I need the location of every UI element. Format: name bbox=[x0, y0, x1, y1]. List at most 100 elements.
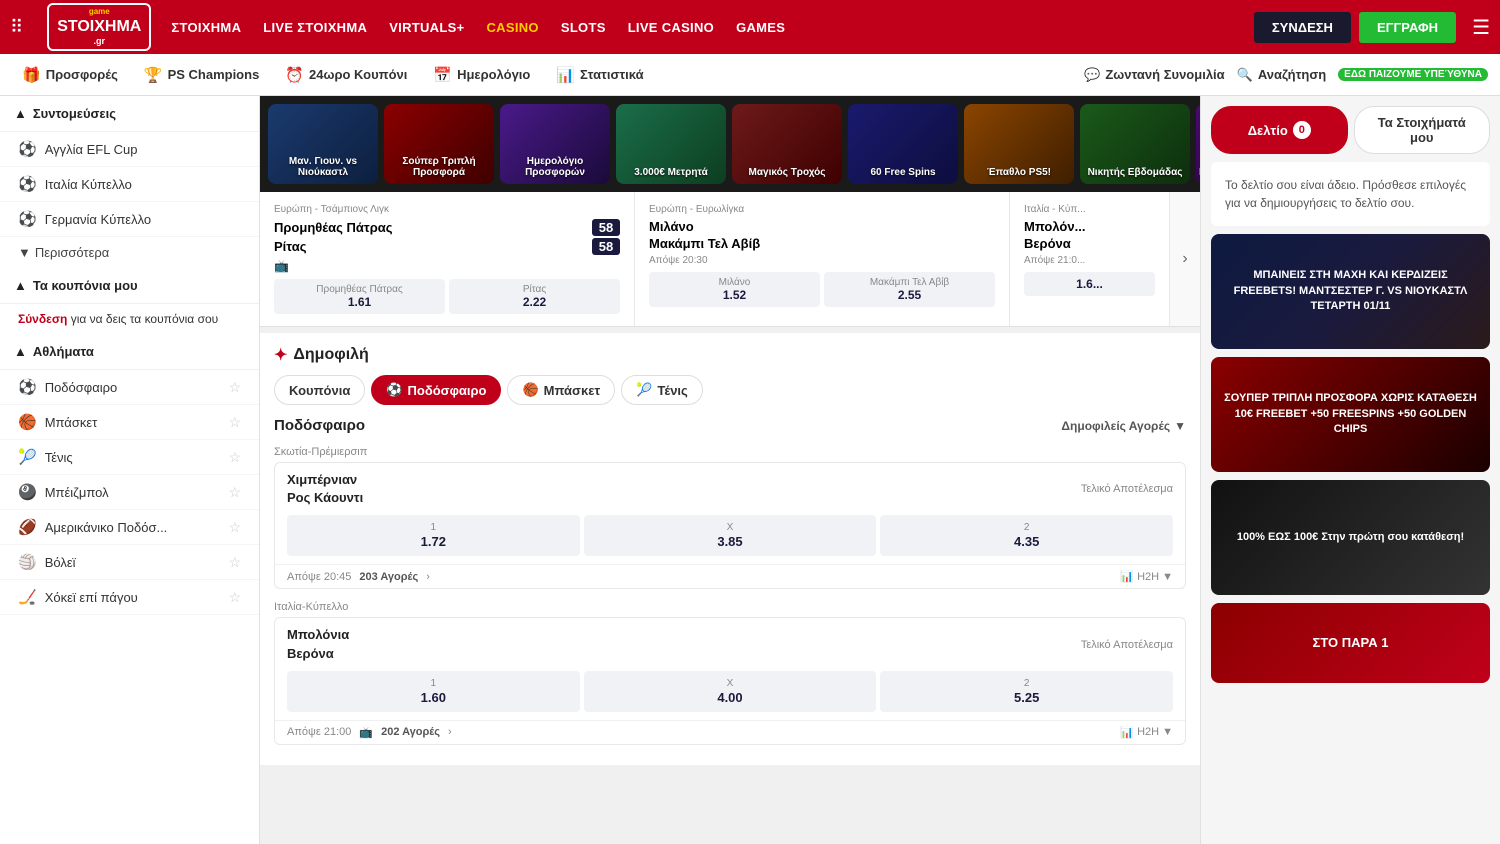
markets-link-1[interactable]: 203 Αγορές bbox=[359, 571, 418, 583]
promo-card-8[interactable]: Νικητής Εβδομάδας bbox=[1080, 104, 1190, 184]
ls-odd-1-2[interactable]: Ρίτας 2.22 bbox=[449, 279, 620, 314]
top-navigation: ⠿ game STOIXHMA .gr ΣΤΟΙΧΗΜΑ LIVE ΣΤΟΙΧΗ… bbox=[0, 0, 1500, 54]
tab-tennis[interactable]: 🎾 Τένις bbox=[621, 375, 703, 405]
sidebar-sport-volleyball[interactable]: 🏐 Βόλεϊ ☆ bbox=[0, 545, 259, 580]
ls-odd-1-1[interactable]: Προμηθέας Πάτρας 1.61 bbox=[274, 279, 445, 314]
live-chat-button[interactable]: 💬 Ζωντανή Συνομιλία bbox=[1084, 67, 1225, 83]
sidebar-item-germany-cup[interactable]: ⚽ Γερμανία Κύπελλο bbox=[0, 202, 259, 237]
odd-1-draw[interactable]: X 3.85 bbox=[584, 515, 877, 556]
result-label-1: Τελικό Αποτέλεσμα bbox=[1081, 483, 1173, 495]
subnav-offers[interactable]: 🎁 Προσφορές bbox=[12, 54, 128, 95]
banner-ps-text: ΜΠΑΙΝΕΙΣ ΣΤΗ ΜΑΧΗ ΚΑΙ ΚΕΡΔΙΖΕΙΣ FREEBETS… bbox=[1223, 268, 1478, 314]
subnav-ps-champions[interactable]: 🏆 PS Champions bbox=[134, 54, 269, 95]
team1-1: Χιμπέρνιαν bbox=[287, 471, 1073, 489]
ls-odd-2-2[interactable]: Μακάμπι Τελ Αβίβ 2.55 bbox=[824, 272, 995, 307]
chevron-down-h2h-icon: ▼ bbox=[1162, 571, 1173, 583]
markets-link-2[interactable]: 202 Αγορές bbox=[381, 726, 440, 738]
logo-gr: .gr bbox=[57, 36, 141, 47]
sidebar-sport-baseball[interactable]: 🎱 Μπέιζμπολ ☆ bbox=[0, 475, 259, 510]
signin-button[interactable]: ΣΥΝΔΕΣΗ bbox=[1254, 12, 1351, 43]
live-score-3[interactable]: Ιταλία - Κύπ... Μπολόν... Βερόνα Απόψε 2… bbox=[1010, 192, 1170, 326]
sidebar: ▲ Συντομεύσεις ⚽ Αγγλία EFL Cup ⚽ Ιταλία… bbox=[0, 96, 260, 844]
chevron-down-h2h-icon-2: ▼ bbox=[1162, 726, 1173, 738]
betslip-empty-message: Το δελτίο σου είναι άδειο. Πρόσθεσε επιλ… bbox=[1211, 162, 1490, 226]
fav-icon-3[interactable]: ☆ bbox=[228, 449, 241, 466]
sports-header[interactable]: ▲ Αθλήματα bbox=[0, 334, 259, 370]
promo-card-9[interactable]: Pragmatic Buy Bonus bbox=[1196, 104, 1200, 184]
banner-100-text: 100% ΕΩΣ 100€ Στην πρώτη σου κατάθεση! bbox=[1237, 530, 1464, 545]
betslip-tab[interactable]: Δελτίο 0 bbox=[1211, 106, 1348, 154]
promo-card-5[interactable]: Μαγικός Τροχός bbox=[732, 104, 842, 184]
tennis-icon: 🎾 bbox=[18, 448, 37, 466]
more-shortcuts[interactable]: ▼ Περισσότερα bbox=[0, 237, 259, 268]
logo-game: game bbox=[57, 7, 141, 17]
sidebar-item-italia-cup[interactable]: ⚽ Ιταλία Κύπελλο bbox=[0, 167, 259, 202]
live-score-1[interactable]: Ευρώπη - Τσάμπιονς Λιγκ Προμηθέας Πάτρας… bbox=[260, 192, 635, 326]
shortcuts-header[interactable]: ▲ Συντομεύσεις bbox=[0, 96, 259, 132]
live-score-2[interactable]: Ευρώπη - Ευρωλίγκα Μιλάνο Μακάμπι Τελ Αβ… bbox=[635, 192, 1010, 326]
popular-markets-dropdown[interactable]: Δημοφιλείς Αγορές ▼ bbox=[1061, 419, 1186, 433]
odd-1-away[interactable]: 2 4.35 bbox=[880, 515, 1173, 556]
fav-icon-7[interactable]: ☆ bbox=[228, 589, 241, 606]
odd-2-away[interactable]: 2 5.25 bbox=[880, 671, 1173, 712]
promo-card-4[interactable]: 3.000€ Μετρητά bbox=[616, 104, 726, 184]
promo-banner-triple[interactable]: ΣΟΥΠΕΡ ΤΡΙΠΛΗ ΠΡΟΣΦΟΡΑ ΧΩΡΙΣ ΚΑΤΆΘΕΣΗ 10… bbox=[1211, 357, 1490, 472]
league-label-2: Ιταλία-Κύπελλο bbox=[274, 597, 1186, 617]
odd-2-draw[interactable]: X 4.00 bbox=[584, 671, 877, 712]
subnav-calendar[interactable]: 📅 Ημερολόγιο bbox=[423, 54, 540, 95]
grid-icon[interactable]: ⠿ bbox=[10, 17, 23, 38]
h2h-button-2[interactable]: 📊 H2H ▼ bbox=[1120, 726, 1173, 739]
site-logo[interactable]: game STOIXHMA .gr bbox=[47, 3, 151, 51]
register-button[interactable]: ΕΓΓΡΑΦΗ bbox=[1359, 12, 1456, 43]
my-coupons-header[interactable]: ▲ Τα κουπόνια μου bbox=[0, 268, 259, 304]
hamburger-icon[interactable]: ☰ bbox=[1472, 15, 1490, 40]
live-scores-next-arrow[interactable]: › bbox=[1170, 192, 1200, 326]
subnav-24h-coupon[interactable]: ⏰ 24ωρο Κουπόνι bbox=[275, 54, 417, 95]
nav-live-casino[interactable]: LIVE CASINO bbox=[628, 20, 714, 35]
promo-card-7[interactable]: Έπαθλο PS5! bbox=[964, 104, 1074, 184]
promo-card-6[interactable]: 60 Free Spins bbox=[848, 104, 958, 184]
ls-odd-3-1[interactable]: 1.6... bbox=[1024, 272, 1155, 296]
football-icon-2: ⚽ bbox=[18, 175, 37, 193]
fav-icon-6[interactable]: ☆ bbox=[228, 554, 241, 571]
responsible-gaming-badge[interactable]: ΕΔΩ ΠΑΙΖΟΥΜΕ ΥΠΕΎΘΥΝΑ bbox=[1338, 68, 1488, 81]
match-info-1: Χιμπέρνιαν Ρος Κάουντι Τελικό Αποτέλεσμα bbox=[275, 463, 1185, 515]
promo-card-2[interactable]: Σούπερ Τριπλή Προσφορά bbox=[384, 104, 494, 184]
fav-icon-2[interactable]: ☆ bbox=[228, 414, 241, 431]
odd-2-home[interactable]: 1 1.60 bbox=[287, 671, 580, 712]
sidebar-sport-hockey[interactable]: 🏒 Χόκεϊ επί πάγου ☆ bbox=[0, 580, 259, 615]
fav-icon[interactable]: ☆ bbox=[228, 379, 241, 396]
promo-card-3[interactable]: Ημερολόγιο Προσφορών bbox=[500, 104, 610, 184]
tab-basketball[interactable]: 🏀 Μπάσκετ bbox=[507, 375, 615, 405]
sport-section-title: Ποδόσφαιρο Δημοφιλείς Αγορές ▼ bbox=[274, 417, 1186, 434]
sidebar-sport-tennis[interactable]: 🎾 Τένις ☆ bbox=[0, 440, 259, 475]
tab-coupons[interactable]: Κουπόνια bbox=[274, 375, 365, 405]
odd-1-home[interactable]: 1 1.72 bbox=[287, 515, 580, 556]
sidebar-sport-basketball[interactable]: 🏀 Μπάσκετ ☆ bbox=[0, 405, 259, 440]
nav-live-stoixima[interactable]: LIVE ΣΤΟΙΧΗΜΑ bbox=[263, 20, 367, 35]
nav-casino[interactable]: CASINO bbox=[486, 20, 538, 35]
fav-icon-5[interactable]: ☆ bbox=[228, 519, 241, 536]
my-bets-tab[interactable]: Τα Στοιχήματά μου bbox=[1354, 106, 1491, 154]
fav-icon-4[interactable]: ☆ bbox=[228, 484, 241, 501]
my-coupons-link[interactable]: Σύνδεση για να δεις τα κουπόνια σου bbox=[0, 304, 259, 334]
subnav-right: 💬 Ζωντανή Συνομιλία 🔍 Αναζήτηση ΕΔΩ ΠΑΙΖ… bbox=[1084, 67, 1488, 83]
sidebar-sport-football[interactable]: ⚽ Ποδόσφαιρο ☆ bbox=[0, 370, 259, 405]
promo-banner-para1[interactable]: ΣΤΟ ΠΑΡΑ 1 bbox=[1211, 603, 1490, 683]
promo-banner-100[interactable]: 100% ΕΩΣ 100€ Στην πρώτη σου κατάθεση! bbox=[1211, 480, 1490, 595]
promo-banner-ps[interactable]: ΜΠΑΙΝΕΙΣ ΣΤΗ ΜΑΧΗ ΚΑΙ ΚΕΡΔΙΖΕΙΣ FREEBETS… bbox=[1211, 234, 1490, 349]
nav-slots[interactable]: SLOTS bbox=[561, 20, 606, 35]
baseball-icon: 🎱 bbox=[18, 483, 37, 501]
promo-card-1[interactable]: Μαν. Γιουν. vs Νιούκαστλ bbox=[268, 104, 378, 184]
tab-football[interactable]: ⚽ Ποδόσφαιρο bbox=[371, 375, 501, 405]
nav-virtuals[interactable]: VIRTUALS+ bbox=[389, 20, 464, 35]
search-button[interactable]: 🔍 Αναζήτηση bbox=[1237, 67, 1327, 83]
h2h-button-1[interactable]: 📊 H2H ▼ bbox=[1120, 570, 1173, 583]
ls-odd-2-1[interactable]: Μιλάνο 1.52 bbox=[649, 272, 820, 307]
nav-stoixima[interactable]: ΣΤΟΙΧΗΜΑ bbox=[171, 20, 241, 35]
team1-2: Μπολόνια bbox=[287, 626, 1073, 644]
subnav-stats[interactable]: 📊 Στατιστικά bbox=[546, 54, 653, 95]
nav-games[interactable]: GAMES bbox=[736, 20, 785, 35]
sidebar-item-efl[interactable]: ⚽ Αγγλία EFL Cup bbox=[0, 132, 259, 167]
sidebar-sport-american-football[interactable]: 🏈 Αμερικάνικο Ποδόσ... ☆ bbox=[0, 510, 259, 545]
